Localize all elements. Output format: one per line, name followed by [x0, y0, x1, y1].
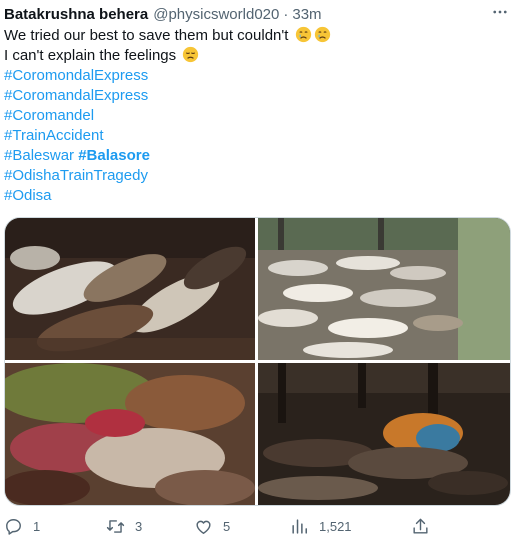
disappointed-face-emoji	[182, 46, 199, 69]
hashtag-line: #OdishaTrainTragedy	[4, 166, 504, 186]
photo-icon	[258, 363, 510, 505]
photo-3[interactable]	[5, 363, 255, 505]
hashtag-link[interactable]: #Coromandel	[4, 107, 94, 124]
photo-icon	[5, 218, 255, 360]
photo-icon	[258, 218, 510, 360]
share-icon	[413, 518, 428, 534]
media-grid	[4, 217, 511, 506]
hashtag-line: #CoromandalExpress	[4, 86, 504, 106]
hashtag-link[interactable]: #Odisa	[4, 187, 52, 204]
hashtag-line: #Odisa	[4, 186, 504, 206]
crying-face-emoji	[295, 26, 312, 49]
photo-icon	[5, 363, 255, 505]
reply-count: 1	[33, 518, 41, 534]
retweet-icon	[106, 519, 125, 533]
hashtag-line: #Coromandel	[4, 106, 504, 126]
views-chart-icon	[292, 518, 307, 534]
display-name[interactable]: Batakrushna behera	[4, 6, 148, 23]
tweet-card[interactable]: Batakrushna behera @physicsworld020 · 33…	[0, 0, 520, 546]
hashtag-line: #CoromondalExpress	[4, 66, 504, 86]
crying-face-emoji	[314, 26, 331, 49]
reply-icon	[6, 518, 21, 535]
hashtag-link[interactable]: #CoromondalExpress	[4, 67, 148, 84]
hashtag-link-highlighted[interactable]: #Balasore	[78, 147, 150, 164]
retweet-count: 3	[135, 518, 143, 534]
hashtag-link[interactable]: #CoromandalExpress	[4, 87, 148, 104]
photo-1[interactable]	[5, 218, 255, 360]
hashtag-link[interactable]: #OdishaTrainTragedy	[4, 167, 148, 184]
tweet-text-line-1: We tried our best to save them but could…	[4, 27, 289, 44]
tweet-text-line-2: I can't explain the feelings	[4, 47, 177, 64]
photo-4[interactable]	[258, 363, 510, 505]
hashtag-link[interactable]: #Baleswar	[4, 147, 74, 164]
views-button[interactable]: 1,521	[290, 512, 352, 540]
hashtag-link[interactable]: #TrainAccident	[4, 127, 104, 144]
reply-button[interactable]: 1	[4, 512, 40, 540]
retweet-button[interactable]: 3	[106, 512, 142, 540]
photo-2[interactable]	[258, 218, 510, 360]
user-handle[interactable]: @physicsworld020	[153, 6, 279, 23]
like-count: 5	[223, 518, 231, 534]
hashtag-line: #TrainAccident	[4, 126, 504, 146]
share-button[interactable]	[411, 512, 430, 540]
more-options-button[interactable]	[490, 2, 510, 22]
tweet-line: I can't explain the feelings	[4, 46, 504, 66]
action-bar: 1 3 5 1,521	[0, 512, 520, 540]
tweet-header: Batakrushna behera @physicsworld020 · 33…	[4, 3, 512, 25]
dot-separator: ·	[283, 5, 289, 23]
tweet-text: We tried our best to save them but could…	[4, 26, 504, 206]
like-button[interactable]: 5	[194, 512, 230, 540]
more-horizontal-icon	[493, 10, 507, 14]
timestamp[interactable]: 33m	[292, 6, 321, 23]
heart-icon	[196, 520, 211, 534]
hashtag-line: #Baleswar #Balasore	[4, 146, 504, 166]
tweet-line: We tried our best to save them but could…	[4, 26, 504, 46]
views-count: 1,521	[319, 518, 352, 534]
